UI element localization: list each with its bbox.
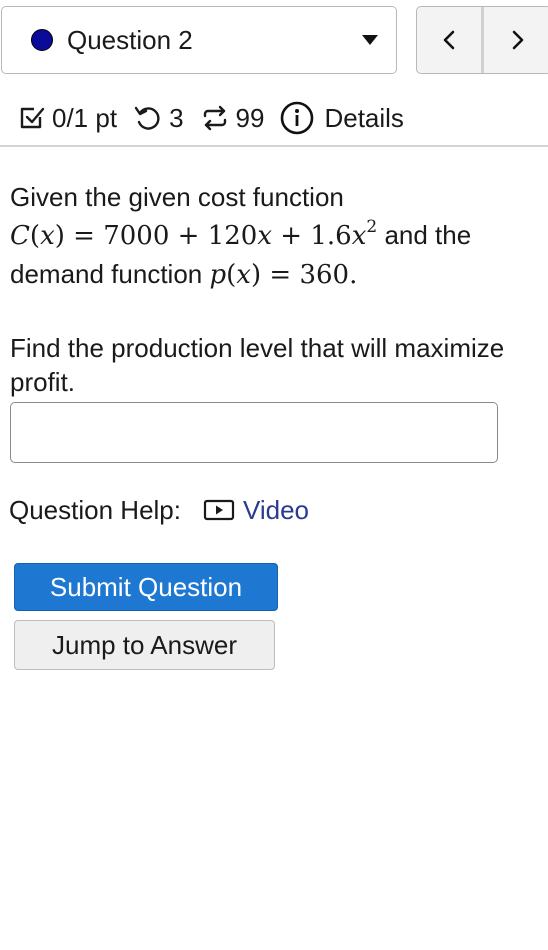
question-help: Question Help: Video (9, 490, 309, 530)
cost-function-math: C(x) = 7000 + 120x + 1.6x2 (10, 217, 378, 252)
chevron-right-icon (512, 30, 523, 50)
demand-function-math: p(x) = 360. (209, 260, 358, 290)
question-label: Question 2 (67, 24, 193, 55)
versions-icon (203, 105, 226, 131)
caret-down-icon (362, 35, 378, 45)
question-pager (416, 6, 548, 74)
answer-input[interactable] (10, 402, 498, 463)
next-question-button[interactable] (484, 7, 548, 73)
previous-question-button[interactable] (417, 7, 484, 73)
score-text: 0/1 pt (52, 102, 118, 133)
checkbox-icon (20, 107, 45, 129)
question-help-label: Question Help: (9, 494, 181, 525)
question-intro: Given the given cost function (10, 182, 344, 212)
question-nav-bar: Question 2 (0, 6, 548, 78)
video-link-label: Video (242, 494, 310, 525)
question-page: Question 2 0/1 pt 3 99 Details Given the… (0, 0, 548, 950)
attempts-stat: 3 (133, 102, 184, 134)
details-button[interactable]: Details (280, 101, 404, 135)
chevron-left-icon (443, 30, 455, 50)
submit-question-button[interactable]: Submit Question (14, 563, 278, 611)
header-divider (0, 145, 548, 147)
jump-to-answer-button[interactable]: Jump to Answer (14, 620, 275, 670)
retry-icon (134, 106, 160, 130)
question-status-dot (31, 29, 53, 51)
demand-intro: demand function (10, 259, 203, 289)
question-stats: 0/1 pt 3 99 Details (18, 96, 420, 140)
versions-stat: 99 (200, 102, 265, 134)
video-help-link[interactable]: Video (203, 495, 309, 526)
question-text: Given the given cost function C(x) = 700… (10, 178, 546, 294)
versions-count: 99 (235, 102, 265, 133)
video-play-icon (203, 499, 235, 521)
attempts-count: 3 (169, 102, 184, 133)
question-dropdown[interactable]: Question 2 (1, 6, 397, 74)
score-stat: 0/1 pt (18, 103, 117, 134)
info-icon (281, 101, 314, 135)
question-prompt: Find the production level that will maxi… (10, 333, 505, 397)
details-label: Details (324, 102, 404, 133)
question-connector: and the (384, 220, 472, 250)
